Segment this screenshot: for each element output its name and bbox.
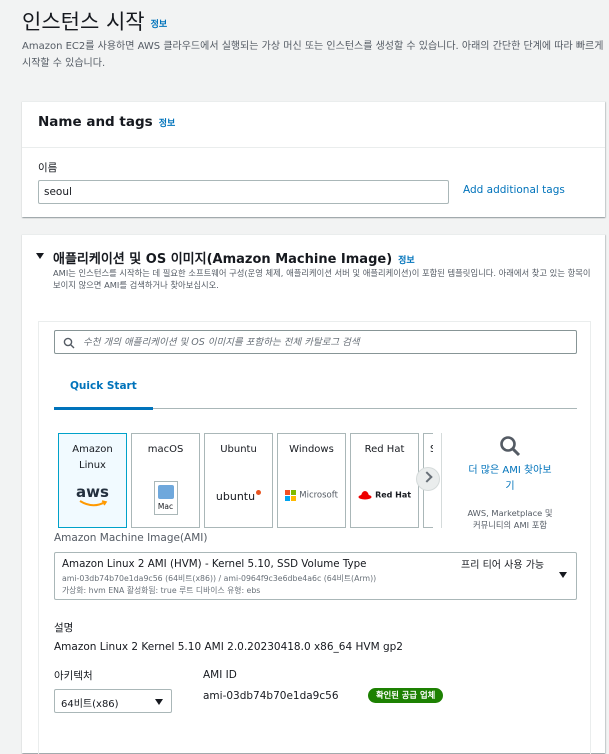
- next-tiles-button[interactable]: [416, 467, 440, 491]
- architecture-value: 64비트(x86): [61, 699, 119, 710]
- ami-id-value: ami-03db74b70e1da9c56: [203, 690, 339, 702]
- microsoft-logo-text: Microsoft: [299, 490, 338, 501]
- search-icon: [500, 436, 521, 457]
- tab-quick-start-label: Quick Start: [70, 380, 137, 392]
- os-tile-windows[interactable]: Windows Microsoft: [277, 433, 346, 528]
- name-tags-title-text: Name and tags: [38, 114, 153, 130]
- page-info-link[interactable]: 정보: [151, 20, 168, 30]
- architecture-label: 아키텍처: [54, 670, 93, 682]
- name-and-tags-panel: Name and tags 정보 이름 Add additional tags: [22, 101, 605, 217]
- chevron-down-icon: [155, 699, 163, 705]
- mac-logo-text: Mac: [157, 502, 174, 511]
- os-tile-name: S: [430, 442, 433, 458]
- chevron-down-icon: [559, 572, 567, 578]
- ami-description: AMI는 인스턴스를 시작하는 데 필요한 소프트웨어 구성(운영 체제, 애플…: [53, 268, 591, 290]
- tab-active-indicator: [54, 407, 153, 410]
- aws-smile-icon: [78, 500, 107, 507]
- os-tile-name: Windows: [289, 444, 334, 455]
- os-tile-name: Amazon Linux: [59, 442, 126, 474]
- free-tier-label: 프리 티어 사용 가능: [461, 560, 545, 571]
- architecture-select[interactable]: 64비트(x86): [54, 689, 172, 713]
- ami-label: Amazon Machine Image(AMI): [54, 532, 208, 544]
- ami-tabs: Quick Start: [54, 373, 577, 410]
- os-name-line: Linux: [79, 460, 106, 471]
- os-tile-red-hat[interactable]: Red Hat Red Hat: [350, 433, 419, 528]
- aws-logo-icon: aws: [59, 484, 126, 511]
- os-tile-macos[interactable]: macOS Mac: [131, 433, 200, 528]
- page-title-text: 인스턴스 시작: [22, 10, 145, 34]
- ami-id-label: AMI ID: [203, 669, 237, 681]
- verified-provider-badge: 확인된 공급 업체: [368, 688, 444, 703]
- chevron-right-icon: [421, 471, 433, 483]
- ami-select-meta: 가상화: hvm ENA 활성화됨: true 루트 디바이스 유형: ebs: [62, 586, 261, 595]
- browse-more-amis-link[interactable]: 더 많은 AMI 찾아보기: [467, 463, 553, 495]
- tile-divider: [441, 433, 442, 528]
- os-tile-name: macOS: [147, 444, 184, 455]
- redhat-hat-icon: [358, 491, 372, 500]
- ubuntu-logo-text: ubuntu: [215, 490, 256, 503]
- os-tile-name: Ubuntu: [220, 444, 257, 455]
- microsoft-logo-icon: Microsoft: [278, 490, 345, 502]
- ami-title-text: 애플리케이션 및 OS 이미지(Amazon Machine Image): [53, 252, 393, 267]
- name-tags-info-link[interactable]: 정보: [159, 119, 176, 129]
- ami-select-ids: ami-03db74b70e1da9c56 (64비트(x86)) / ami-…: [62, 574, 377, 583]
- browse-more-amis-sub: AWS, Marketplace 및 커뮤니티의 AMI 포함: [467, 508, 553, 530]
- ami-select[interactable]: Amazon Linux 2 AMI (HVM) - Kernel 5.10, …: [54, 552, 577, 600]
- page-description: Amazon EC2를 사용하면 AWS 클라우드에서 실행되는 가상 머신 또…: [22, 41, 604, 69]
- os-tile-name: Red Hat: [364, 444, 405, 455]
- ami-select-title: Amazon Linux 2 AMI (HVM) - Kernel 5.10, …: [62, 558, 367, 570]
- tab-quick-start[interactable]: Quick Start: [54, 373, 153, 410]
- redhat-logo-icon: Red Hat: [351, 490, 418, 501]
- name-label: 이름: [38, 162, 58, 174]
- description-value: Amazon Linux 2 Kernel 5.10 AMI 2.0.20230…: [54, 641, 403, 653]
- mac-logo-icon: Mac: [132, 481, 199, 518]
- description-label: 설명: [54, 622, 74, 634]
- add-additional-tags-link[interactable]: Add additional tags: [463, 184, 565, 196]
- ami-section-title: 애플리케이션 및 OS 이미지(Amazon Machine Image) 정보: [53, 248, 415, 267]
- os-name-line: Amazon: [72, 444, 113, 455]
- name-tags-title: Name and tags 정보: [38, 114, 175, 130]
- os-tile-amazon-linux[interactable]: Amazon Linux aws: [58, 433, 127, 528]
- ubuntu-logo-icon: ubuntu: [205, 490, 272, 503]
- search-icon: [63, 337, 75, 349]
- name-tags-header: Name and tags 정보: [22, 102, 605, 148]
- ami-panel: 애플리케이션 및 OS 이미지(Amazon Machine Image) 정보 …: [22, 234, 605, 754]
- aws-logo-text: aws: [76, 483, 109, 501]
- name-input[interactable]: [38, 180, 449, 204]
- redhat-logo-text: Red Hat: [375, 490, 412, 500]
- ami-search-input[interactable]: [81, 333, 571, 351]
- ami-search-box[interactable]: [54, 330, 577, 354]
- collapse-caret-icon[interactable]: [36, 253, 44, 259]
- browse-more-amis[interactable]: 더 많은 AMI 찾아보기 AWS, Marketplace 및 커뮤니티의 A…: [467, 435, 553, 531]
- os-tile-ubuntu[interactable]: Ubuntu ubuntu: [204, 433, 273, 528]
- page-title: 인스턴스 시작 정보: [22, 6, 167, 36]
- ami-info-link[interactable]: 정보: [398, 256, 415, 266]
- ami-inner-panel: Quick Start Amazon Linux aws macOS: [38, 321, 591, 754]
